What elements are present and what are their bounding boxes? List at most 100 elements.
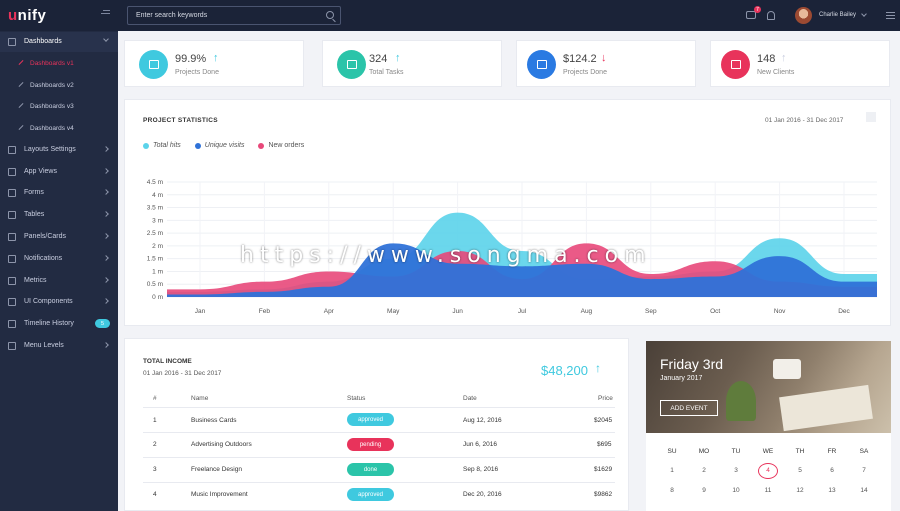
sidebar-item-ui-components[interactable]: UI Components: [0, 292, 118, 312]
calendar-month-title: January 2017: [660, 375, 703, 382]
calendar-day[interactable]: 5: [790, 467, 810, 474]
y-tick-label: 4.5 m: [147, 179, 163, 186]
stat-circle: [337, 50, 366, 79]
sidebar-item-label: Panels/Cards: [24, 233, 67, 240]
stat-value: 324: [369, 53, 388, 65]
cell-date: Jun 6, 2016: [463, 441, 497, 448]
dashboard-icon: [8, 38, 16, 46]
chevron-right-icon: [103, 211, 109, 217]
sidebar-item-forms[interactable]: Forms: [0, 183, 118, 203]
avatar[interactable]: [795, 7, 812, 24]
sidebar-item-app-views[interactable]: App Views: [0, 162, 118, 182]
sidebar-item-dashboards[interactable]: Dashboards: [0, 32, 118, 52]
sidebar-item-panels-cards[interactable]: Panels/Cards: [0, 227, 118, 247]
cell-num: 3: [153, 466, 157, 473]
calendar-day[interactable]: 2: [694, 467, 714, 474]
arrow-up-icon: ↑: [213, 52, 219, 64]
sidebar-item-label: Layouts Settings: [24, 146, 76, 153]
top-bar: u nify Enter search keywords 7 Charlie Ba…: [0, 0, 900, 31]
x-tick-label: Feb: [259, 308, 271, 315]
basket-icon: [148, 60, 159, 69]
cell-num: 2: [153, 441, 157, 448]
bell-icon[interactable]: [767, 11, 775, 20]
calendar-day[interactable]: 11: [758, 487, 778, 494]
status-badge: done: [347, 463, 394, 476]
sidebar-subitem-label: Dashboards v3: [30, 103, 74, 110]
calendar-day[interactable]: 4: [758, 463, 778, 479]
x-tick-label: Jan: [195, 308, 206, 315]
sidebar-item-label: Notifications: [24, 255, 63, 262]
sidebar: Dashboards Dashboards v1 Dashboards v2 D…: [0, 31, 118, 511]
chevron-down-icon: [103, 36, 109, 42]
sidebar-subitem-dashboards-v2[interactable]: Dashboards v2: [0, 76, 118, 96]
arrow-down-icon: ↓: [601, 52, 607, 64]
sidebar-subitem-label: Dashboards v1: [30, 60, 74, 67]
user-icon: [730, 60, 741, 69]
area-chart[interactable]: 0 m 0.5 m 1 m 1.5 m 2 m 2.5 m 3 m 3.5 m 4 m 4.5 m…: [125, 100, 892, 327]
divider: [143, 457, 615, 458]
layout-icon: [8, 146, 16, 154]
cell-name: Freelance Design: [191, 466, 242, 473]
date-range[interactable]: 01 Jan 2016 - 31 Dec 2017: [143, 370, 221, 377]
column-header-date: Date: [463, 395, 477, 402]
hamburger-menu-icon[interactable]: [886, 12, 895, 13]
weekday-label: TH: [795, 448, 805, 455]
column-header-name: Name: [191, 395, 209, 402]
sidebar-item-label: UI Components: [24, 298, 73, 305]
sidebar-subitem-dashboards-v4[interactable]: Dashboards v4: [0, 119, 118, 139]
weekday-label: SU: [667, 448, 677, 455]
calendar-day[interactable]: 10: [726, 487, 746, 494]
calendar-day[interactable]: 3: [726, 467, 746, 474]
status-badge: pending: [347, 438, 394, 451]
cell-price: $695: [597, 441, 612, 448]
x-tick-label: Sep: [645, 308, 657, 315]
y-tick-label: 3 m: [152, 217, 163, 224]
chevron-right-icon: [103, 277, 109, 283]
cell-name: Business Cards: [191, 417, 237, 424]
sidebar-subitem-dashboards-v3[interactable]: Dashboards v3: [0, 97, 118, 117]
stat-value: 148: [757, 53, 776, 65]
search-input[interactable]: Enter search keywords: [127, 6, 341, 25]
sidebar-subitem-label: Dashboards v4: [30, 125, 74, 132]
calendar-day[interactable]: 1: [662, 467, 682, 474]
sidebar-item-layouts-settings[interactable]: Layouts Settings: [0, 140, 118, 160]
y-tick-label: 2 m: [152, 243, 163, 250]
calendar-day[interactable]: 13: [822, 487, 842, 494]
sidebar-item-metrics[interactable]: Metrics: [0, 271, 118, 291]
calendar-day[interactable]: 6: [822, 467, 842, 474]
sidebar-subitem-label: Dashboards v2: [30, 82, 74, 89]
sidebar-item-tables[interactable]: Tables: [0, 205, 118, 225]
chevron-down-icon[interactable]: [861, 11, 867, 17]
subitem-icon: [18, 103, 24, 108]
chevron-right-icon: [103, 298, 109, 304]
add-event-button[interactable]: ADD EVENT: [660, 400, 718, 416]
column-header-status: Status: [347, 395, 366, 402]
income-total: $48,200: [541, 363, 588, 378]
cell-num: 4: [153, 491, 157, 498]
stat-value: 99.9%: [175, 53, 207, 65]
forms-icon: [8, 189, 16, 197]
calendar-day[interactable]: 8: [662, 487, 682, 494]
calendar-day-title: Friday 3rd: [660, 356, 724, 372]
sidebar-item-timeline-history[interactable]: Timeline History 5: [0, 314, 118, 334]
sidebar-subitem-dashboards-v1[interactable]: Dashboards v1: [0, 54, 118, 74]
sidebar-toggle-icon[interactable]: [101, 10, 110, 14]
calendar-day[interactable]: 9: [694, 487, 714, 494]
sidebar-item-menu-levels[interactable]: Menu Levels: [0, 336, 118, 356]
calendar-day[interactable]: 7: [854, 467, 874, 474]
brand-logo[interactable]: u nify: [0, 0, 118, 31]
status-badge: approved: [347, 488, 394, 501]
calendar-day[interactable]: 12: [790, 487, 810, 494]
search-icon[interactable]: [326, 11, 334, 19]
calendar-day[interactable]: 14: [854, 487, 874, 494]
components-icon: [8, 298, 16, 306]
coffee-cup-graphic: [773, 359, 801, 379]
arrow-up-icon: ↑: [781, 52, 787, 64]
arrow-up-icon: ↑: [395, 52, 401, 64]
sidebar-item-notifications[interactable]: Notifications: [0, 249, 118, 269]
user-name[interactable]: Charlie Bailey: [819, 12, 856, 18]
weekday-label: WE: [762, 448, 774, 455]
logo-text: nify: [17, 7, 47, 24]
subitem-icon: [18, 60, 24, 65]
notebook-graphic: [779, 384, 873, 432]
